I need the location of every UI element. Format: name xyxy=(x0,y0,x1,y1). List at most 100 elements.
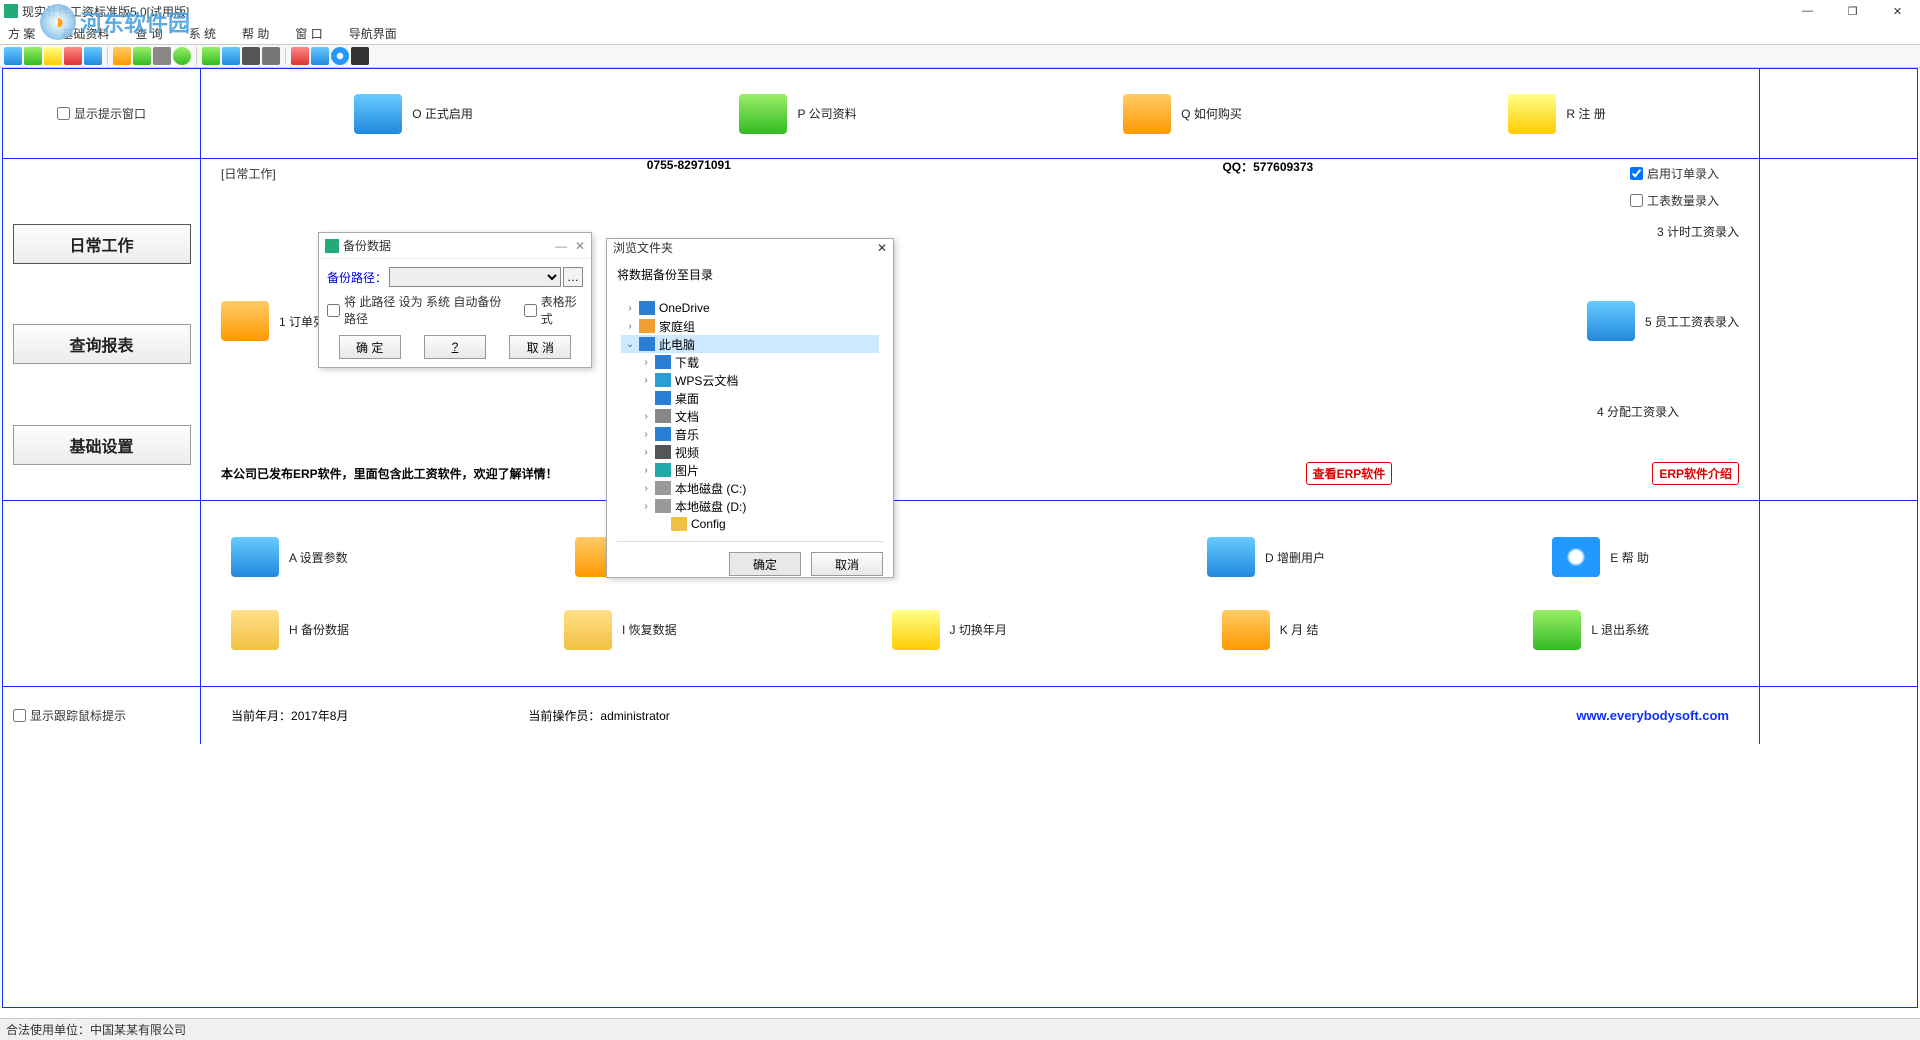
opt-sheet-qty-input[interactable] xyxy=(1630,194,1643,207)
tree-item[interactable]: ›音乐 xyxy=(621,425,879,443)
tree-item[interactable]: ›本地磁盘 (D:) xyxy=(621,497,879,515)
backup-min-button[interactable]: — xyxy=(555,239,567,253)
website-link[interactable]: www.everybodysoft.com xyxy=(1576,708,1729,723)
backup-browse-button[interactable]: … xyxy=(563,267,583,287)
show-mouse-hint-input[interactable] xyxy=(13,709,26,722)
toolbar-icon-13[interactable] xyxy=(262,47,280,65)
tree-item[interactable]: ›图片 xyxy=(621,461,879,479)
toolbar-icon-12[interactable] xyxy=(242,47,260,65)
btn-switch-month[interactable]: J 切换年月 xyxy=(892,610,1007,650)
tree-expand-icon[interactable]: › xyxy=(641,357,651,368)
toolbar-icon-10[interactable] xyxy=(202,47,220,65)
toolbar-help-icon[interactable] xyxy=(331,47,349,65)
btn-assign-wage[interactable]: 4 分配工资录入 xyxy=(1597,403,1679,420)
toolbar-icon-15[interactable] xyxy=(311,47,329,65)
toolbar-icon-1[interactable] xyxy=(4,47,22,65)
tree-expand-icon[interactable]: › xyxy=(641,465,651,476)
backup-ok-button[interactable]: 确 定 xyxy=(339,335,401,359)
toolbar-icon-3[interactable] xyxy=(44,47,62,65)
menu-plan[interactable]: 方 案 xyxy=(8,25,35,42)
menu-help[interactable]: 帮 助 xyxy=(242,25,269,42)
toolbar-icon-14[interactable] xyxy=(291,47,309,65)
backup-close-button[interactable]: ✕ xyxy=(575,239,585,253)
menu-system[interactable]: 系 统 xyxy=(189,25,216,42)
tree-item[interactable]: ›下载 xyxy=(621,353,879,371)
toolbar-icon-4[interactable] xyxy=(64,47,82,65)
backup-format-checkbox[interactable]: 表格形式 xyxy=(524,293,583,327)
opt-enable-order-input[interactable] xyxy=(1630,167,1643,180)
tree-expand-icon[interactable]: › xyxy=(625,303,635,314)
folder-tree[interactable]: ›OneDrive›家庭组⌄此电脑›下载›WPS云文档桌面›文档›音乐›视频›图… xyxy=(617,295,883,537)
backup-auto-checkbox[interactable]: 将 此路径 设为 系统 自动备份路径 xyxy=(327,293,508,327)
btn-assign-wage-label: 4 分配工资录入 xyxy=(1597,403,1679,420)
opt-sheet-qty[interactable]: 工表数量录入 xyxy=(1630,192,1719,209)
tree-expand-icon[interactable]: › xyxy=(641,483,651,494)
toolbar-icon-11[interactable] xyxy=(222,47,240,65)
backup-dialog-title[interactable]: 备份数据 — ✕ xyxy=(319,233,591,259)
minimize-button[interactable]: — xyxy=(1785,0,1830,22)
toolbar-icon-6[interactable] xyxy=(113,47,131,65)
toolbar-icon-5[interactable] xyxy=(84,47,102,65)
backup-format-input[interactable] xyxy=(524,304,537,317)
close-button[interactable]: ✕ xyxy=(1875,0,1920,22)
tree-item[interactable]: 桌面 xyxy=(621,389,879,407)
nav-daily-work[interactable]: 日常工作 xyxy=(13,224,191,264)
btn-params[interactable]: A 设置参数 xyxy=(231,537,348,577)
btn-activate[interactable]: O 正式启用 xyxy=(354,94,473,134)
tree-item[interactable]: Config xyxy=(621,515,879,533)
btn-users[interactable]: D 增删用户 xyxy=(1207,537,1325,577)
btn-backup[interactable]: H 备份数据 xyxy=(231,610,349,650)
btn-emp-wage[interactable]: 5 员工工资表录入 xyxy=(1587,301,1739,341)
toolbar-icon-16[interactable] xyxy=(351,47,369,65)
show-hint-checkbox[interactable]: 显示提示窗口 xyxy=(57,105,146,122)
browse-cancel-button[interactable]: 取消 xyxy=(811,552,883,576)
toolbar-icon-9[interactable] xyxy=(173,47,191,65)
show-hint-input[interactable] xyxy=(57,107,70,120)
btn-backup-label: H 备份数据 xyxy=(289,621,349,638)
btn-register[interactable]: R 注 册 xyxy=(1508,94,1605,134)
toolbar-icon-7[interactable] xyxy=(133,47,151,65)
browse-dialog-title[interactable]: 浏览文件夹 ✕ xyxy=(607,239,893,256)
erp-link-view[interactable]: 查看ERP软件 xyxy=(1306,462,1393,485)
daily-options: 启用订单录入 工表数量录入 xyxy=(1630,165,1719,209)
tree-item[interactable]: ⌄此电脑 xyxy=(621,335,879,353)
btn-month-close[interactable]: K 月 结 xyxy=(1222,610,1319,650)
browse-ok-button[interactable]: 确定 xyxy=(729,552,801,576)
backup-auto-input[interactable] xyxy=(327,304,340,317)
show-mouse-hint[interactable]: 显示跟踪鼠标提示 xyxy=(13,707,126,724)
btn-exit[interactable]: L 退出系统 xyxy=(1533,610,1649,650)
tree-expand-icon[interactable]: ⌄ xyxy=(625,339,635,350)
tree-expand-icon[interactable]: › xyxy=(641,429,651,440)
tree-item[interactable]: ›本地磁盘 (C:) xyxy=(621,479,879,497)
menu-window[interactable]: 窗 口 xyxy=(295,25,322,42)
tree-expand-icon[interactable]: › xyxy=(641,411,651,422)
btn-time-wage[interactable]: 3 计时工资录入 xyxy=(1657,223,1739,240)
backup-path-select[interactable] xyxy=(389,267,561,287)
opt-enable-order[interactable]: 启用订单录入 xyxy=(1630,165,1719,182)
tree-item[interactable]: ›家庭组 xyxy=(621,317,879,335)
menu-nav[interactable]: 导航界面 xyxy=(349,25,397,42)
browse-close-button[interactable]: ✕ xyxy=(877,241,887,255)
tree-item[interactable]: ›文档 xyxy=(621,407,879,425)
erp-link-intro[interactable]: ERP软件介绍 xyxy=(1652,462,1739,485)
tree-expand-icon[interactable]: › xyxy=(641,447,651,458)
tree-expand-icon[interactable]: › xyxy=(625,321,635,332)
maximize-button[interactable]: ❐ xyxy=(1830,0,1875,22)
btn-company[interactable]: P 公司资料 xyxy=(739,94,856,134)
tree-item[interactable]: ›OneDrive xyxy=(621,299,879,317)
tree-item[interactable]: ›WPS云文档 xyxy=(621,371,879,389)
toolbar-icon-2[interactable] xyxy=(24,47,42,65)
btn-time-wage-label: 3 计时工资录入 xyxy=(1657,223,1739,240)
btn-howtobuy[interactable]: Q 如何购买 xyxy=(1123,94,1242,134)
btn-help[interactable]: E 帮 助 xyxy=(1552,537,1649,577)
backup-cancel-button[interactable]: 取 消 xyxy=(509,335,571,359)
backup-help-button[interactable]: ? xyxy=(424,335,486,359)
tree-expand-icon[interactable]: › xyxy=(641,375,651,386)
btn-restore[interactable]: I 恢复数据 xyxy=(564,610,677,650)
tree-expand-icon[interactable]: › xyxy=(641,501,651,512)
nav-basic-settings[interactable]: 基础设置 xyxy=(13,425,191,465)
main-grid: 显示提示窗口 O 正式启用 P 公司资料 Q 如何购买 R 注 册 0755-8… xyxy=(2,68,1918,1008)
nav-query-report[interactable]: 查询报表 xyxy=(13,324,191,364)
tree-item[interactable]: ›视频 xyxy=(621,443,879,461)
toolbar-icon-8[interactable] xyxy=(153,47,171,65)
